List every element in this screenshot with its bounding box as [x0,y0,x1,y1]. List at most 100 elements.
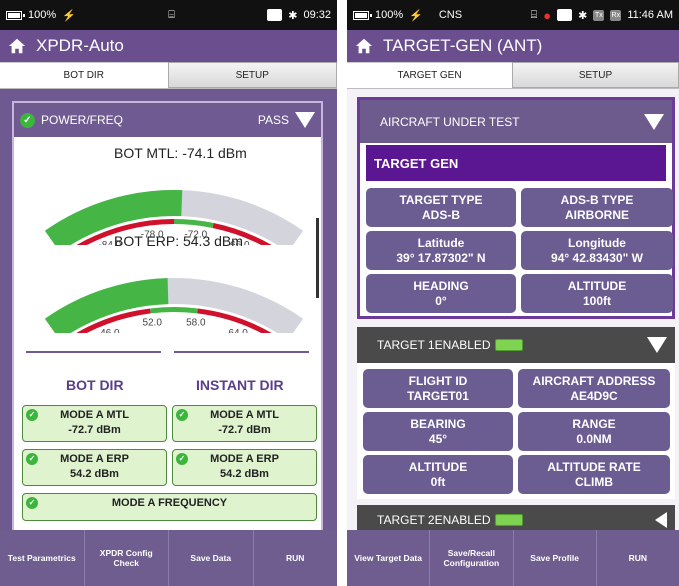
tab-bot-dir[interactable]: BOT DIR [0,62,168,88]
erp-tick-label: 58.0 [186,317,206,328]
expand-arrow-icon[interactable] [655,512,667,528]
location-icon: ● [543,7,552,23]
charging-icon: ⚡ [62,9,76,22]
cell-label: TARGET TYPE [399,192,483,207]
cell-value: CLIMB [575,474,613,489]
cell-label: ALTITUDE [408,459,468,474]
bearing-cell[interactable]: BEARING 45° [363,412,513,451]
tab-bar: TARGET GEN SETUP [347,62,679,89]
usb-icon: ⌸ [168,8,175,21]
collapse-arrow-icon[interactable] [295,112,315,128]
instant-mode-a-erp-box: ✓ MODE A ERP 54.2 dBm [172,449,317,486]
status-bar: 100% ⚡ CNS ⌸ ● ✱ Tx Rx 11:46 AM [347,0,679,30]
erp-tick-label: 52.0 [142,317,162,328]
tab-setup[interactable]: SETUP [167,62,337,88]
battery-icon [353,10,372,20]
run-button[interactable]: RUN [254,530,338,586]
rx-icon: Rx [610,9,622,21]
box-value: -72.7 dBm [218,423,271,436]
title-bar: TARGET-GEN (ANT) [347,30,679,62]
target-1-header[interactable]: TARGET 1ENABLED [357,327,675,363]
content-area: ✓ POWER/FREQ PASS BOT MTL: -74.1 dBm -90… [0,89,337,540]
divider [26,351,161,353]
save-profile-button[interactable]: Save Profile [514,530,597,586]
home-icon[interactable] [8,37,26,55]
cell-label: HEADING [413,278,469,293]
flight-id-cell[interactable]: FLIGHT ID TARGET01 [363,369,513,408]
cell-label: Latitude [417,235,465,250]
collapse-arrow-icon[interactable] [644,113,664,130]
box-value: -72.7 dBm [68,423,121,436]
test-parametrics-button[interactable]: Test Parametrics [0,530,85,586]
power-freq-header[interactable]: ✓ POWER/FREQ PASS [14,103,321,137]
clock: 11:46 AM [627,9,673,21]
latitude-cell[interactable]: Latitude 39° 17.87302" N [366,231,516,270]
pass-result: PASS [257,113,289,127]
page-title: TARGET-GEN (ANT) [383,36,543,55]
target-type-cell[interactable]: TARGET TYPE ADS-B [366,188,516,227]
adsb-type-cell[interactable]: ADS-B TYPE AIRBORNE [521,188,673,227]
network-name: CNS [438,9,463,21]
enabled-indicator[interactable] [494,339,523,351]
aircraft-address-cell[interactable]: AIRCRAFT ADDRESS AE4D9C [518,369,670,408]
erp-tick-label: 64.0 [228,328,248,333]
cell-value: AE4D9C [570,388,618,403]
view-target-data-button[interactable]: View Target Data [347,530,431,586]
home-icon[interactable] [355,37,373,55]
range-cell[interactable]: RANGE 0.0NM [518,412,670,451]
bluetooth-icon: ✱ [288,9,298,22]
box-value: 54.2 dBm [70,467,119,480]
content-area: AIRCRAFT UNDER TEST TARGET GEN TARGET TY… [347,89,679,535]
mode-a-frequency-box: ✓ MODE A FREQUENCY [22,493,317,521]
cell-value: ADS-B [422,207,460,222]
tab-setup[interactable]: SETUP [512,62,679,88]
pass-check-icon: ✓ [176,409,188,421]
cell-value: 0° [435,293,447,308]
aircraft-under-test-header[interactable]: AIRCRAFT UNDER TEST [357,97,675,143]
bottom-button-bar: View Target Data Save/Recall Configurati… [347,530,679,586]
target-2-label: TARGET 2ENABLED [377,513,491,527]
image-icon [267,9,283,21]
pass-check-icon: ✓ [26,409,38,421]
clock: 09:32 [303,9,332,21]
pass-check-icon: ✓ [176,453,188,465]
aircraft-under-test-panel: TARGET GEN TARGET TYPE ADS-B ADS-B TYPE AI… [357,143,675,319]
altitude-rate-cell[interactable]: ALTITUDE RATE CLIMB [518,455,670,494]
tab-target-gen[interactable]: TARGET GEN [347,62,512,88]
power-freq-panel: ✓ POWER/FREQ PASS BOT MTL: -74.1 dBm -90… [12,101,323,540]
bot-erp-reading: BOT ERP: 54.3 dBm [114,233,243,249]
cell-label: ADS-B TYPE [560,192,634,207]
bot-mode-a-mtl-box: ✓ MODE A MTL -72.7 dBm [22,405,167,442]
target-1-panel: FLIGHT ID TARGET01 AIRCRAFT ADDRESS AE4D9C… [357,363,675,499]
status-bar: 100% ⚡ ⌸ ✱ 09:32 [0,0,337,30]
altitude-cell[interactable]: ALTITUDE 100ft [521,274,673,313]
longitude-cell[interactable]: Longitude 94° 42.83430" W [521,231,673,270]
instant-mode-a-mtl-box: ✓ MODE A MTL -72.7 dBm [172,405,317,442]
altitude-cell[interactable]: ALTITUDE 0ft [363,455,513,494]
bot-dir-heading: BOT DIR [66,377,124,393]
cell-value: 39° 17.87302" N [396,250,486,265]
save-data-button[interactable]: Save Data [169,530,254,586]
run-button[interactable]: RUN [597,530,679,586]
box-title: MODE A ERP [210,453,279,465]
page-title: XPDR-Auto [36,36,124,55]
collapse-arrow-icon[interactable] [647,337,667,353]
pass-check-icon: ✓ [26,453,38,465]
tab-bar: BOT DIR SETUP [0,62,337,89]
xpdr-config-check-button[interactable]: XPDR Config Check [85,530,169,586]
battery-icon [6,10,25,20]
enabled-indicator[interactable] [494,514,523,526]
heading-cell[interactable]: HEADING 0° [366,274,516,313]
instant-dir-heading: INSTANT DIR [196,377,284,393]
cell-label: RANGE [572,416,616,431]
bottom-button-bar: Test Parametrics XPDR Config Check Save … [0,530,337,586]
bot-mtl-reading: BOT MTL: -74.1 dBm [114,145,247,161]
power-freq-label: POWER/FREQ [41,113,124,127]
box-title: MODE A ERP [60,453,129,465]
cell-value: 100ft [582,293,611,308]
mtl-pass-band [174,219,214,228]
scrollbar[interactable] [316,218,319,298]
erp-tick-label: 46.0 [100,328,120,333]
aircraft-under-test-label: AIRCRAFT UNDER TEST [380,114,520,129]
save-recall-configuration-button[interactable]: Save/Recall Configuration [430,530,514,586]
